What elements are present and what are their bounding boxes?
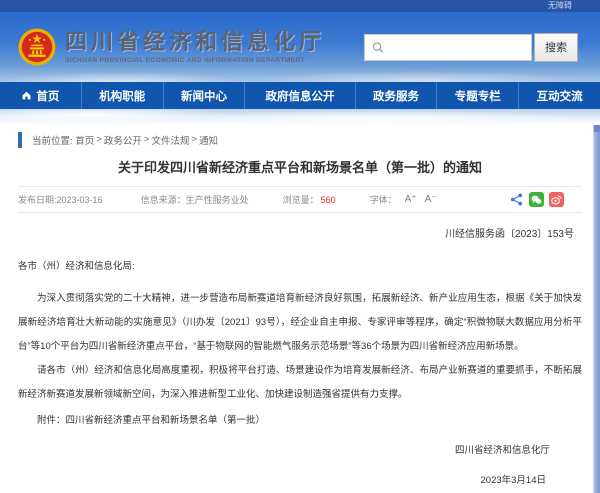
topbar: 无障碍 xyxy=(0,0,600,12)
font-size-label: 字体： xyxy=(370,193,397,206)
search-box xyxy=(364,34,532,61)
nav-item-news[interactable]: 新闻中心 xyxy=(163,82,245,109)
nav-item-services[interactable]: 政务服务 xyxy=(355,82,437,109)
publish-date-value: 2023-03-16 xyxy=(57,195,103,205)
attachment-link[interactable]: 附件：四川省新经济重点平台和新场景名单（第一批） xyxy=(18,409,582,433)
breadcrumb-item-home[interactable]: 首页 xyxy=(75,133,94,147)
breadcrumb-item-docs[interactable]: 文件法规 xyxy=(151,133,189,147)
search-icon xyxy=(372,41,384,54)
breadcrumb-label: 当前位置: xyxy=(32,133,73,147)
page: 无障碍 四川省经济和信息化厅 SICHUAN PROVINCIAL ECONOM… xyxy=(0,0,600,493)
view-count: 浏览量： 560 xyxy=(283,193,336,206)
nav-item-label: 专题专栏 xyxy=(455,88,501,104)
site-title-block: 四川省经济和信息化厅 SICHUAN PROVINCIAL ECONOMIC A… xyxy=(65,30,325,64)
info-source-label: 信息来源： xyxy=(141,193,186,206)
share-icons xyxy=(509,192,582,207)
nav-item-label: 新闻中心 xyxy=(181,88,227,104)
salutation: 各市（州）经济和信息化局: xyxy=(18,255,582,279)
view-count-label: 浏览量： xyxy=(283,193,319,206)
search-input[interactable] xyxy=(384,41,531,53)
nav-item-topics[interactable]: 专题专栏 xyxy=(436,82,518,109)
document-number: 川经信服务函〔2023〕153号 xyxy=(18,223,582,247)
main-nav: 首页 机构职能 新闻中心 政府信息公开 政务服务 专题专栏 互动交流 xyxy=(0,82,600,109)
weibo-icon xyxy=(551,194,562,205)
national-emblem-icon xyxy=(18,28,56,66)
breadcrumb-bar xyxy=(18,132,22,148)
scrollbar[interactable] xyxy=(593,125,600,493)
nav-item-org[interactable]: 机构职能 xyxy=(81,82,163,109)
breadcrumb: 当前位置: 首页 > 政务公开 > 文件法规 > 通知 xyxy=(18,131,582,148)
nav-item-gov-info[interactable]: 政府信息公开 xyxy=(244,82,354,109)
site-title: 四川省经济和信息化厅 xyxy=(65,30,325,54)
site-header: 四川省经济和信息化厅 SICHUAN PROVINCIAL ECONOMIC A… xyxy=(0,12,600,82)
site-subtitle: SICHUAN PROVINCIAL ECONOMIC AND INFORMAT… xyxy=(65,57,325,64)
paragraph-2: 请各市（州）经济和信息化局高度重视，积极将平台打造、场景建设作为培育发展新经济、… xyxy=(18,359,582,407)
font-decrease-button[interactable]: A⁻ xyxy=(425,194,437,205)
sky-banner xyxy=(0,109,600,125)
font-size-controls: 字体： A⁺ A⁻ xyxy=(370,193,437,206)
publish-date-label: 发布日期: xyxy=(18,193,57,206)
document-body: 川经信服务函〔2023〕153号 各市（州）经济和信息化局: 为深入贯彻落实党的… xyxy=(18,223,582,493)
search-button[interactable]: 搜索 xyxy=(534,33,578,62)
wechat-share-button[interactable] xyxy=(529,192,544,207)
breadcrumb-item-notice[interactable]: 通知 xyxy=(199,133,218,147)
info-source-value: 生产性服务业处 xyxy=(186,193,249,206)
signing-date: 2023年3月14日 xyxy=(18,469,582,493)
nav-item-label: 互动交流 xyxy=(537,88,583,104)
nav-item-label: 政府信息公开 xyxy=(265,88,334,104)
nav-item-label: 首页 xyxy=(36,88,59,104)
signing-authority: 四川省经济和信息化厅 xyxy=(18,439,582,463)
wechat-icon xyxy=(531,195,542,205)
search-area: 搜索 xyxy=(364,33,578,62)
breadcrumb-separator: > xyxy=(96,134,102,145)
publish-date: 发布日期: 2023-03-16 xyxy=(18,193,103,206)
home-icon xyxy=(21,90,32,101)
weibo-share-button[interactable] xyxy=(549,192,564,207)
nav-item-label: 政务服务 xyxy=(373,88,419,104)
content: 当前位置: 首页 > 政务公开 > 文件法规 > 通知 关于印发四川省新经济重点… xyxy=(0,131,600,493)
nav-item-interact[interactable]: 互动交流 xyxy=(518,82,600,109)
breadcrumb-separator: > xyxy=(191,134,197,145)
info-source: 信息来源： 生产性服务业处 xyxy=(141,193,249,206)
breadcrumb-separator: > xyxy=(144,134,150,145)
nav-item-label: 机构职能 xyxy=(99,88,145,104)
view-count-value: 560 xyxy=(321,195,336,205)
font-increase-button[interactable]: A⁺ xyxy=(405,194,417,205)
nav-item-home[interactable]: 首页 xyxy=(0,82,81,109)
breadcrumb-item-gov[interactable]: 政务公开 xyxy=(104,133,142,147)
paragraph-1: 为深入贯彻落实党的二十大精神，进一步营造布局新赛道培育新经济良好氛围，拓展新经济… xyxy=(18,287,582,359)
share-button[interactable] xyxy=(509,192,524,207)
accessibility-link[interactable]: 无障碍 xyxy=(548,2,572,10)
article-meta: 发布日期: 2023-03-16 信息来源： 生产性服务业处 浏览量： 560 … xyxy=(18,186,582,213)
share-icon xyxy=(510,193,523,206)
article-title: 关于印发四川省新经济重点平台和新场景名单（第一批）的通知 xyxy=(18,158,582,178)
